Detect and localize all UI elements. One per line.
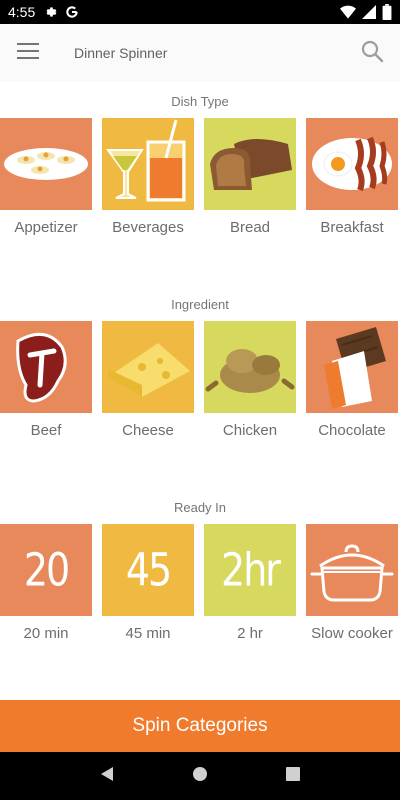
settings-gear-icon [43, 5, 57, 19]
bread-icon [204, 118, 296, 210]
wifi-icon [340, 5, 356, 19]
tile-label: Bread [229, 219, 271, 236]
recents-button[interactable] [273, 756, 313, 796]
battery-icon [382, 4, 392, 20]
tile-label: Breakfast [320, 219, 384, 236]
section-title: Dish Type [171, 94, 229, 109]
tile-breakfast[interactable]: Breakfast [306, 118, 398, 240]
tile-label: Appetizer [14, 219, 78, 236]
section-title: Ingredient [171, 297, 229, 312]
tile-label: Slow cooker [311, 625, 393, 642]
tile-label: Beverages [112, 219, 184, 236]
chicken-icon [204, 321, 296, 413]
tile-slow-cooker[interactable]: Slow cooker [306, 524, 398, 646]
tile-45-min[interactable]: 45 45 min [102, 524, 194, 646]
tile-label: 20 min [23, 625, 69, 642]
system-nav-bar [0, 752, 400, 800]
section-ingredient: Ingredient Beef Cheese Chicken Chocolate [0, 295, 400, 443]
search-button[interactable] [344, 24, 400, 82]
tile-label: Beef [30, 422, 62, 439]
tile-label: Chicken [222, 422, 278, 439]
twenty-min-tile: 20 [0, 524, 92, 616]
tile-beverages[interactable]: Beverages [102, 118, 194, 240]
tile-2-hr[interactable]: 2hr 2 hr [204, 524, 296, 646]
tile-chicken[interactable]: Chicken [204, 321, 296, 443]
tile-label: 2 hr [237, 625, 263, 642]
hamburger-menu-icon [17, 42, 39, 64]
status-bar: 4:55 [0, 0, 400, 24]
slow-cooker-icon [306, 524, 398, 616]
tile-beef[interactable]: Beef [0, 321, 92, 443]
google-g-icon [65, 5, 79, 19]
tile-number: 20 [23, 543, 70, 597]
tile-cheese[interactable]: Cheese [102, 321, 194, 443]
section-title: Ready In [173, 500, 227, 515]
forty-five-min-tile: 45 [102, 524, 194, 616]
spin-categories-button[interactable]: Spin Categories [0, 700, 400, 752]
home-button[interactable] [180, 756, 220, 796]
back-triangle-icon [99, 766, 115, 787]
search-icon [360, 39, 384, 68]
recents-square-icon [286, 766, 301, 786]
tile-20-min[interactable]: 20 20 min [0, 524, 92, 646]
tile-number: 45 [125, 543, 172, 597]
cheese-icon [102, 321, 194, 413]
section-dish-type: Dish Type Appetizer Beverages Bread Brea… [0, 92, 400, 240]
section-ready-in: Ready In 20 20 min 45 45 min 2hr 2 hr Sl… [0, 498, 400, 646]
status-time: 4:55 [8, 4, 36, 20]
app-title: Dinner Spinner [74, 45, 168, 61]
appetizer-icon [0, 118, 92, 210]
signal-icon [362, 5, 376, 19]
two-hr-tile: 2hr [204, 524, 296, 616]
beef-icon [0, 321, 92, 413]
tile-appetizer[interactable]: Appetizer [0, 118, 92, 240]
beverages-icon [102, 118, 194, 210]
tile-bread[interactable]: Bread [204, 118, 296, 240]
menu-button[interactable] [0, 24, 56, 82]
back-button[interactable] [87, 756, 127, 796]
breakfast-icon [306, 118, 398, 210]
home-circle-icon [192, 766, 208, 787]
app-bar: Dinner Spinner [0, 24, 400, 82]
tile-label: Chocolate [318, 422, 386, 439]
tile-chocolate[interactable]: Chocolate [306, 321, 398, 443]
chocolate-icon [306, 321, 398, 413]
tile-label: Cheese [122, 422, 174, 439]
tile-number: 2hr [221, 543, 281, 597]
tile-label: 45 min [125, 625, 171, 642]
